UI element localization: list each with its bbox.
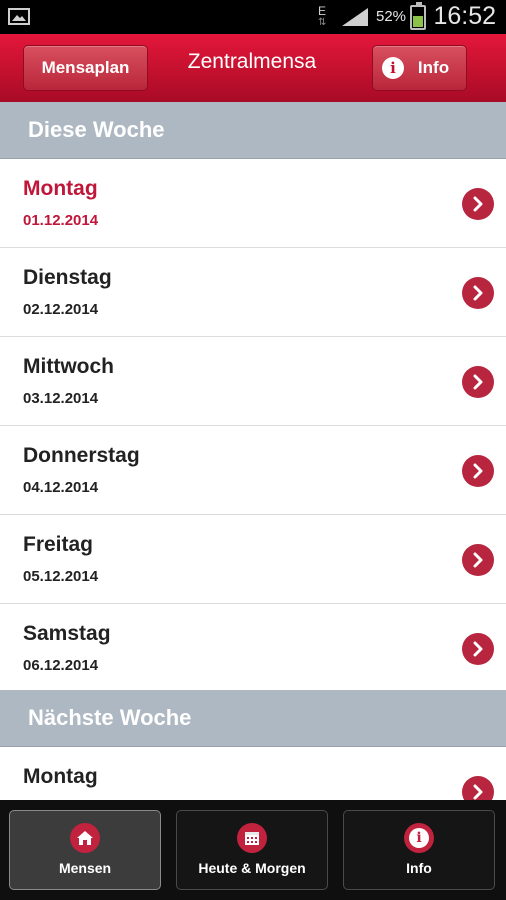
tab-label: Mensen: [58, 860, 112, 876]
chevron-right-icon[interactable]: [462, 455, 494, 487]
day-name: Samstag: [23, 622, 111, 645]
chevron-right-icon[interactable]: [462, 544, 494, 576]
signal-icon: [342, 8, 368, 31]
network-type-label: E: [318, 4, 327, 18]
section-header-next-week: Nächste Woche: [0, 690, 506, 747]
calendar-icon: [237, 823, 267, 853]
chevron-right-icon[interactable]: [462, 366, 494, 398]
day-name: Freitag: [23, 533, 94, 556]
day-date: 06.12.2014: [23, 657, 99, 674]
chevron-right-icon[interactable]: [462, 633, 494, 665]
day-row-samstag[interactable]: Samstag 06.12.2014: [0, 604, 506, 693]
day-row-donnerstag[interactable]: Donnerstag 04.12.2014: [0, 426, 506, 515]
day-date: 01.12.2014: [23, 212, 99, 229]
clock: 16:52: [433, 2, 496, 30]
battery-percent: 52%: [376, 8, 407, 25]
section-header-this-week: Diese Woche: [0, 102, 506, 159]
chevron-right-icon[interactable]: [462, 188, 494, 220]
data-activity-icon: ⇅: [318, 17, 327, 28]
day-date: 04.12.2014: [23, 479, 99, 496]
day-row-montag[interactable]: Montag 01.12.2014: [0, 159, 506, 248]
tab-label: Info: [406, 860, 432, 876]
day-row-dienstag[interactable]: Dienstag 02.12.2014: [0, 248, 506, 337]
mensaplan-button[interactable]: Mensaplan: [23, 45, 148, 91]
day-row-mittwoch[interactable]: Mittwoch 03.12.2014: [0, 337, 506, 426]
battery-icon: [410, 2, 426, 30]
page-title: Zentralmensa: [187, 50, 317, 73]
day-date: 02.12.2014: [23, 301, 99, 318]
day-name: Dienstag: [23, 266, 112, 289]
day-name: Mittwoch: [23, 355, 114, 378]
tab-mensen[interactable]: Mensen: [9, 810, 161, 890]
app-header: Mensaplan Zentralmensa i Info: [0, 34, 506, 104]
chevron-right-icon[interactable]: [462, 277, 494, 309]
home-icon: [70, 823, 100, 853]
day-name: Montag: [23, 177, 98, 200]
status-bar: E ⇅ 52% 16:52: [0, 0, 506, 34]
tab-info[interactable]: i Info: [343, 810, 495, 890]
tab-heute-morgen[interactable]: Heute & Morgen: [176, 810, 328, 890]
info-button-label: Info: [417, 58, 450, 77]
day-name: Donnerstag: [23, 444, 140, 467]
gallery-notification-icon: [8, 8, 30, 25]
day-name: Montag: [23, 765, 98, 788]
bottom-tab-bar: Mensen Heute & Morgen i Info: [0, 800, 506, 900]
info-icon: i: [404, 823, 434, 853]
info-icon: i: [381, 57, 404, 79]
tab-label: Heute & Morgen: [198, 860, 306, 876]
day-row-freitag[interactable]: Freitag 05.12.2014: [0, 515, 506, 604]
day-date: 03.12.2014: [23, 390, 99, 407]
mensaplan-button-label: Mensaplan: [41, 58, 130, 77]
info-button[interactable]: i Info: [372, 45, 467, 91]
day-date: 05.12.2014: [23, 568, 99, 585]
